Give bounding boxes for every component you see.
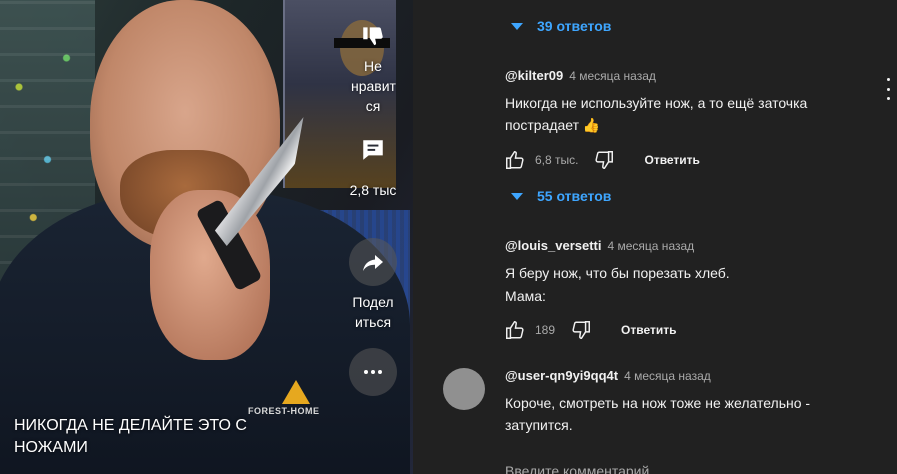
reply-button[interactable]: Ответить xyxy=(621,323,676,337)
like-button[interactable] xyxy=(503,148,527,172)
comment-actions: 6,8 тыс. Ответить xyxy=(503,148,700,172)
replies-toggle-39[interactable]: 39 ответов xyxy=(511,18,611,34)
comment-text-line1: Я беру нож, что бы порезать хлеб. xyxy=(505,265,730,281)
comment-text-line2: Мама: xyxy=(505,288,546,304)
video-actions: Не нравит ся 2,8 тыс Подел иться xyxy=(345,20,401,396)
comment-actions: 189 Ответить xyxy=(503,318,676,342)
more-button[interactable] xyxy=(349,348,397,396)
dislike-button[interactable] xyxy=(357,20,389,52)
avatar[interactable] xyxy=(443,368,485,410)
comment-time[interactable]: 4 месяца назад xyxy=(569,69,656,83)
share-icon xyxy=(363,255,383,271)
more-icon xyxy=(364,370,382,374)
like-count: 189 xyxy=(535,323,556,337)
like-count: 6,8 тыс. xyxy=(535,153,579,167)
dislike-icon xyxy=(363,27,383,46)
thumb-down-icon xyxy=(572,321,591,339)
comment-icon xyxy=(363,140,383,160)
share-button[interactable] xyxy=(349,238,397,286)
comment-author[interactable]: @louis_versetti xyxy=(505,238,602,253)
replies-count-label: 39 ответов xyxy=(537,18,612,34)
comments-button[interactable] xyxy=(357,134,389,166)
comments-count: 2,8 тыс xyxy=(349,182,397,198)
dislike-label: Не нравит ся xyxy=(351,58,396,114)
comment-text: Короче, смотреть на нож тоже не желатель… xyxy=(505,395,811,433)
reply-button[interactable]: Ответить xyxy=(644,153,699,167)
thumb-down-icon xyxy=(595,151,614,169)
comments-panel: 39 ответов @kilter09 4 месяца назад Нико… xyxy=(413,0,897,474)
share-label: Подел иться xyxy=(352,294,394,330)
dislike-comment-button[interactable] xyxy=(569,318,593,342)
comment-header: @user-qn9yi9qq4t 4 месяца назад xyxy=(505,368,711,383)
thumb-up-icon xyxy=(506,321,524,339)
dislike-comment-button[interactable] xyxy=(592,148,616,172)
comment-author[interactable]: @kilter09 xyxy=(505,68,563,83)
add-comment-input[interactable]: Введите комментарий xyxy=(505,463,649,474)
chevron-down-icon xyxy=(511,192,523,200)
comment-author[interactable]: @user-qn9yi9qq4t xyxy=(505,368,618,383)
comment-header: @kilter09 4 месяца назад xyxy=(505,68,656,83)
kebab-menu-icon[interactable] xyxy=(883,78,893,100)
comment-time[interactable]: 4 месяца назад xyxy=(624,369,711,383)
comment-text: Никогда не используйте нож, а то ещё зат… xyxy=(505,95,808,133)
shorts-video-player[interactable]: FOREST-HOME Не нравит ся 2,8 тыс Подел и… xyxy=(0,0,413,474)
brand-logo-icon xyxy=(282,380,310,404)
chevron-down-icon xyxy=(511,22,523,30)
video-title: НИКОГДА НЕ ДЕЛАЙТЕ ЭТО С НОЖАМИ xyxy=(14,417,247,456)
replies-count-label: 55 ответов xyxy=(537,188,612,204)
replies-toggle-55[interactable]: 55 ответов xyxy=(511,188,611,204)
comment-header: @louis_versetti 4 месяца назад xyxy=(505,238,694,253)
comment-time[interactable]: 4 месяца назад xyxy=(608,239,695,253)
thumb-up-icon xyxy=(506,151,524,169)
like-button[interactable] xyxy=(503,318,527,342)
